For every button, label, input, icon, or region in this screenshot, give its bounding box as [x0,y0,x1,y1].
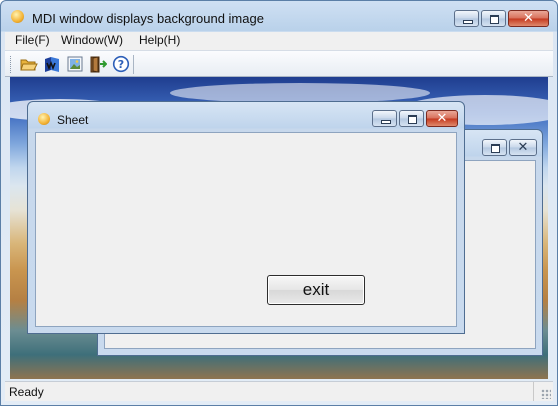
help-icon[interactable]: ? [112,55,130,73]
minimize-icon [463,20,473,24]
maximize-icon [490,15,499,24]
maximize-icon [408,115,417,124]
maximize-icon [491,144,500,153]
child-back-caption-buttons: ✕ [482,139,537,156]
caption-buttons: ✕ [454,10,549,27]
open-folder-icon[interactable] [20,55,38,73]
picture-icon[interactable] [66,55,84,73]
resize-grip-icon[interactable] [541,389,551,399]
menu-help[interactable]: Help(H) [139,33,180,47]
child-back-maximize-button[interactable] [482,139,507,156]
status-text: Ready [9,385,44,399]
close-button[interactable]: ✕ [508,10,549,27]
status-panel: Ready [5,382,534,401]
window-title: MDI window displays background image [32,11,264,26]
close-icon: ✕ [517,140,529,155]
maximize-button[interactable] [481,10,506,27]
minimize-button[interactable] [454,10,479,27]
menu-bar: File(F) Window(W) Help(H) [5,32,553,50]
sheet-close-button[interactable]: ✕ [426,110,458,127]
background-cloud [170,83,430,103]
sheet-minimize-button[interactable] [372,110,397,127]
sheet-client-area: exit [35,132,457,327]
mdi-client-background[interactable]: ✕ Sheet ✕ exit [10,77,548,379]
exit-door-icon[interactable] [89,55,108,73]
exit-button[interactable]: exit [267,275,365,305]
toolbar: ? [5,50,553,77]
close-icon: ✕ [523,11,534,26]
sheet-caption-buttons: ✕ [372,110,458,127]
close-icon: ✕ [436,111,448,126]
toolbar-separator [133,55,134,74]
sheet-title: Sheet [57,113,89,127]
child-window-sheet[interactable]: Sheet ✕ exit [27,101,465,334]
menu-window[interactable]: Window(W) [61,33,123,47]
status-bar: Ready [5,381,553,401]
title-bar[interactable]: MDI window displays background image ✕ [1,1,557,32]
sheet-face-icon [38,113,50,125]
toolbar-grip[interactable] [10,56,14,73]
svg-text:?: ? [118,58,124,71]
background-image-icon[interactable] [43,55,61,73]
minimize-icon [381,120,391,124]
menu-file[interactable]: File(F) [15,33,50,47]
main-window: MDI window displays background image ✕ F… [0,0,558,406]
sheet-maximize-button[interactable] [399,110,424,127]
child-back-close-button[interactable]: ✕ [509,139,537,156]
app-face-icon [11,10,24,23]
